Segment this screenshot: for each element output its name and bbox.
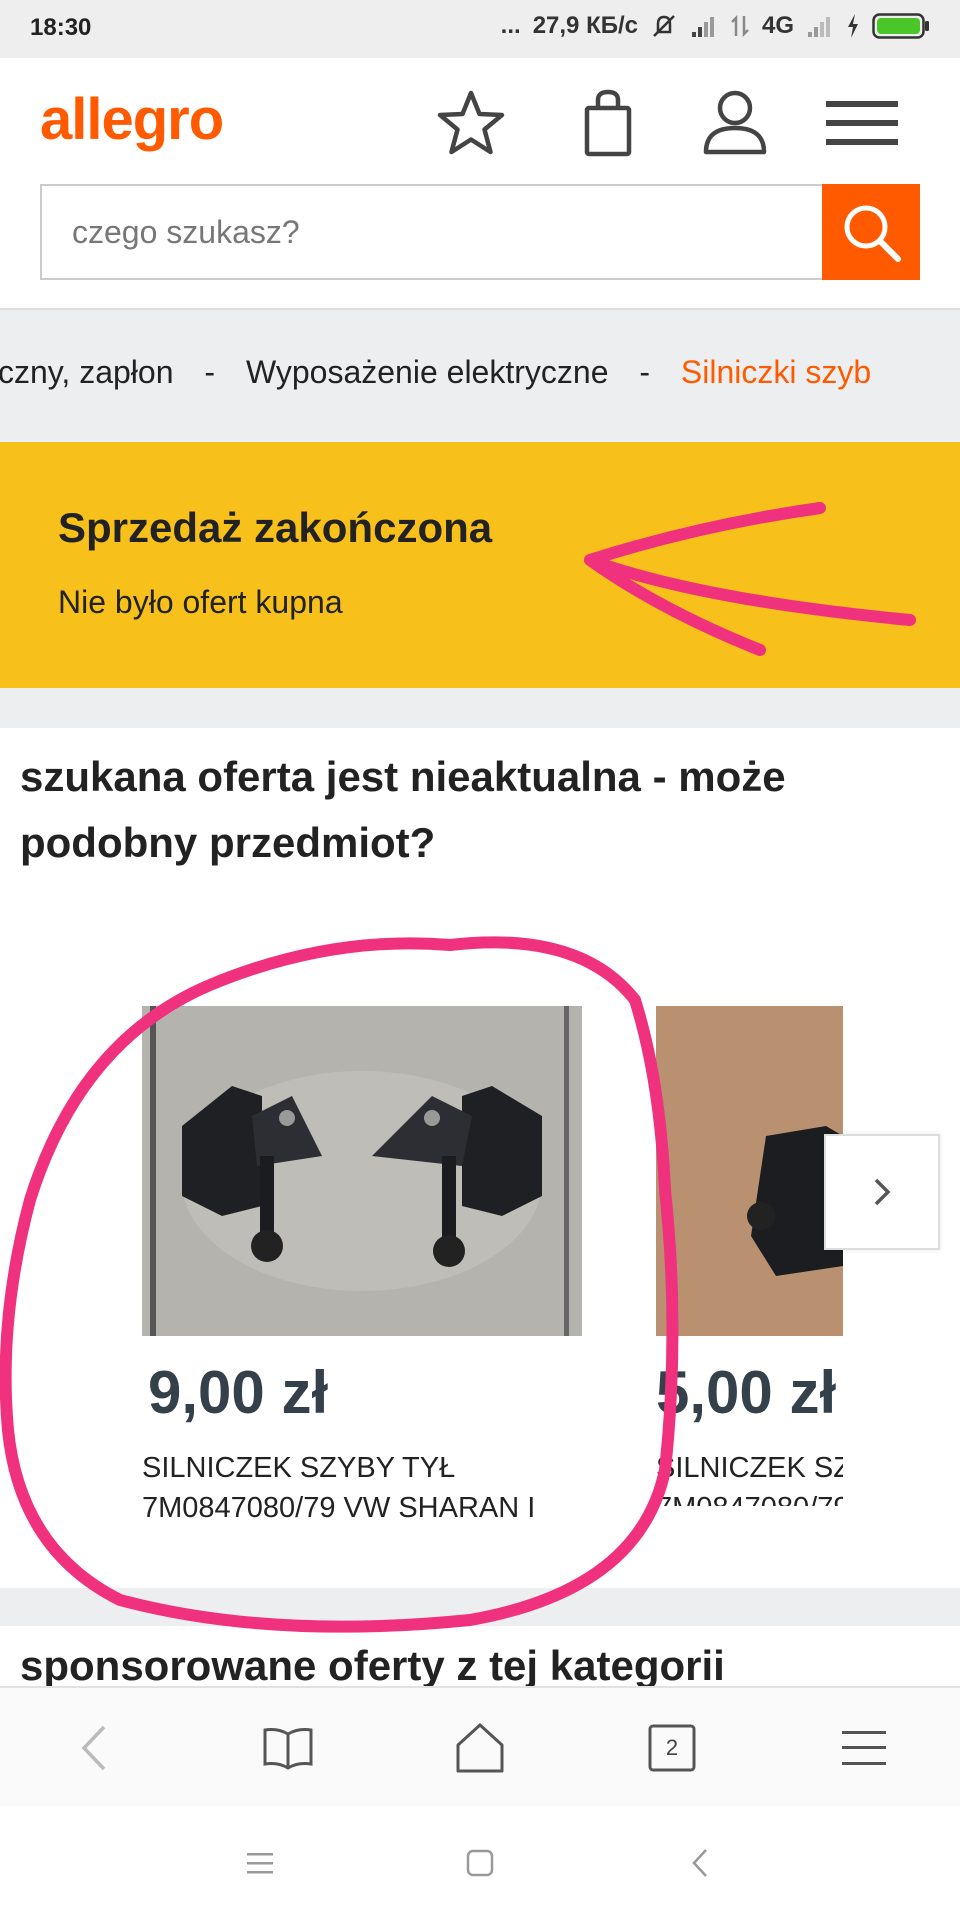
star-icon[interactable]	[431, 83, 511, 163]
tabs-icon[interactable]: 2	[632, 1708, 712, 1788]
search-input[interactable]	[42, 186, 822, 278]
breadcrumb-item[interactable]: yczny, zapłon	[0, 354, 174, 390]
allegro-logo[interactable]: allegro	[40, 86, 224, 153]
status-time: 18:30	[30, 14, 92, 41]
status-dots: ...	[500, 12, 521, 39]
banner-title: Sprzedaż zakończona	[58, 504, 493, 551]
chevron-right-icon	[874, 1178, 891, 1206]
search-icon	[844, 205, 901, 262]
offer-image[interactable]	[142, 1006, 582, 1336]
system-home-icon[interactable]	[440, 1823, 520, 1903]
shopping-bag-icon[interactable]	[568, 83, 648, 163]
status-network: 4G	[761, 12, 794, 39]
system-navbar	[0, 1806, 960, 1920]
breadcrumb-item-active[interactable]: Silniczki szyb	[681, 354, 871, 390]
sponsored-heading: sponsorowane oferty z tej kategorii	[20, 1642, 725, 1689]
home-icon[interactable]	[440, 1708, 520, 1788]
status-speed: 27,9 КБ/с	[532, 12, 638, 39]
site-header: allegro	[0, 58, 960, 310]
banner-subtitle: Nie było ofert kupna	[58, 584, 343, 620]
offer-title-line: SILNICZEK SZYBY TYŁ	[656, 1452, 843, 1484]
system-back-icon[interactable]	[660, 1823, 740, 1903]
breadcrumb: yczny, zapłon - Wyposażenie elektryczne …	[0, 310, 960, 442]
offer-title-line: 7M0847080/79 VW SHARAN I	[656, 1488, 843, 1506]
back-icon[interactable]	[56, 1708, 136, 1788]
offer-image[interactable]	[656, 1006, 843, 1336]
user-icon[interactable]	[695, 83, 775, 163]
section-divider	[0, 688, 960, 728]
carousel-next-button[interactable]	[824, 1134, 940, 1250]
offer-card[interactable]: 5,00 zł SILNICZEK SZYBY TYŁ 7M0847080/79…	[656, 1006, 843, 1506]
offer-title-line: SILNICZEK SZYBY TYŁ	[142, 1452, 456, 1484]
signal-icon	[691, 17, 714, 37]
mute-icon	[653, 15, 675, 37]
status-indicators: ... 27,9 КБ/с 4G	[501, 12, 930, 40]
breadcrumb-item[interactable]: Wyposażenie elektryczne	[246, 354, 609, 390]
hamburger-menu-icon[interactable]	[822, 83, 902, 163]
section-divider	[0, 1588, 960, 1626]
battery-icon	[872, 13, 929, 39]
tab-count: 2	[665, 1735, 679, 1760]
recent-apps-icon[interactable]	[220, 1823, 300, 1903]
search-bar	[40, 184, 920, 280]
offer-price[interactable]: 9,00 zł	[148, 1358, 328, 1427]
menu-icon[interactable]	[824, 1708, 904, 1788]
section-heading: szukana oferta jest nieaktualna - może p…	[20, 753, 786, 866]
status-bar: 18:30 ... 27,9 КБ/с 4G	[0, 0, 960, 58]
charging-icon	[848, 14, 858, 38]
browser-toolbar: 2	[0, 1686, 960, 1808]
bookmarks-icon[interactable]	[248, 1708, 328, 1788]
offer-title[interactable]: SILNICZEK SZYBY TYŁ 7M0847080/79 VW SHAR…	[142, 1448, 582, 1528]
offer-title-line: 7M0847080/79 VW SHARAN I	[142, 1492, 536, 1524]
search-button[interactable]	[822, 184, 920, 280]
offer-price[interactable]: 5,00 zł	[656, 1358, 836, 1427]
breadcrumb-separator: -	[204, 354, 216, 390]
data-arrows-icon	[731, 14, 749, 38]
signal-icon-2	[808, 17, 830, 37]
breadcrumb-separator: -	[639, 354, 651, 390]
offer-title[interactable]: SILNICZEK SZYBY TYŁ 7M0847080/79 VW SHAR…	[656, 1448, 843, 1506]
sale-ended-banner: Sprzedaż zakończona Nie było ofert kupna	[0, 442, 960, 688]
